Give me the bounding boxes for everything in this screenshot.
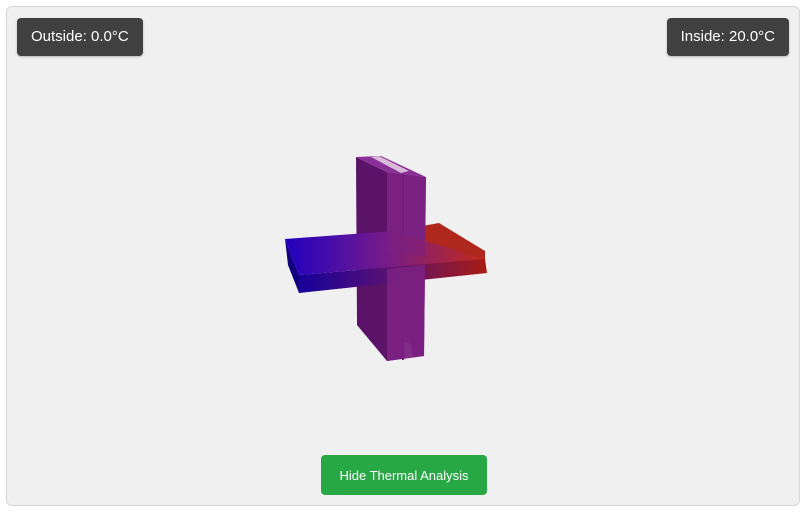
toggle-thermal-analysis-button[interactable]: Hide Thermal Analysis [321, 455, 487, 495]
vertical-wall-front-lower [387, 265, 425, 361]
thermal-3d-scene[interactable] [7, 7, 800, 506]
vertical-wall-front-upper [387, 172, 426, 257]
outside-temperature-label: Outside: 0.0°C [17, 18, 143, 56]
inside-temperature-label: Inside: 20.0°C [666, 18, 789, 56]
thermal-viewport[interactable]: Outside: 0.0°C Inside: 20.0°C Hide Therm… [6, 6, 800, 506]
